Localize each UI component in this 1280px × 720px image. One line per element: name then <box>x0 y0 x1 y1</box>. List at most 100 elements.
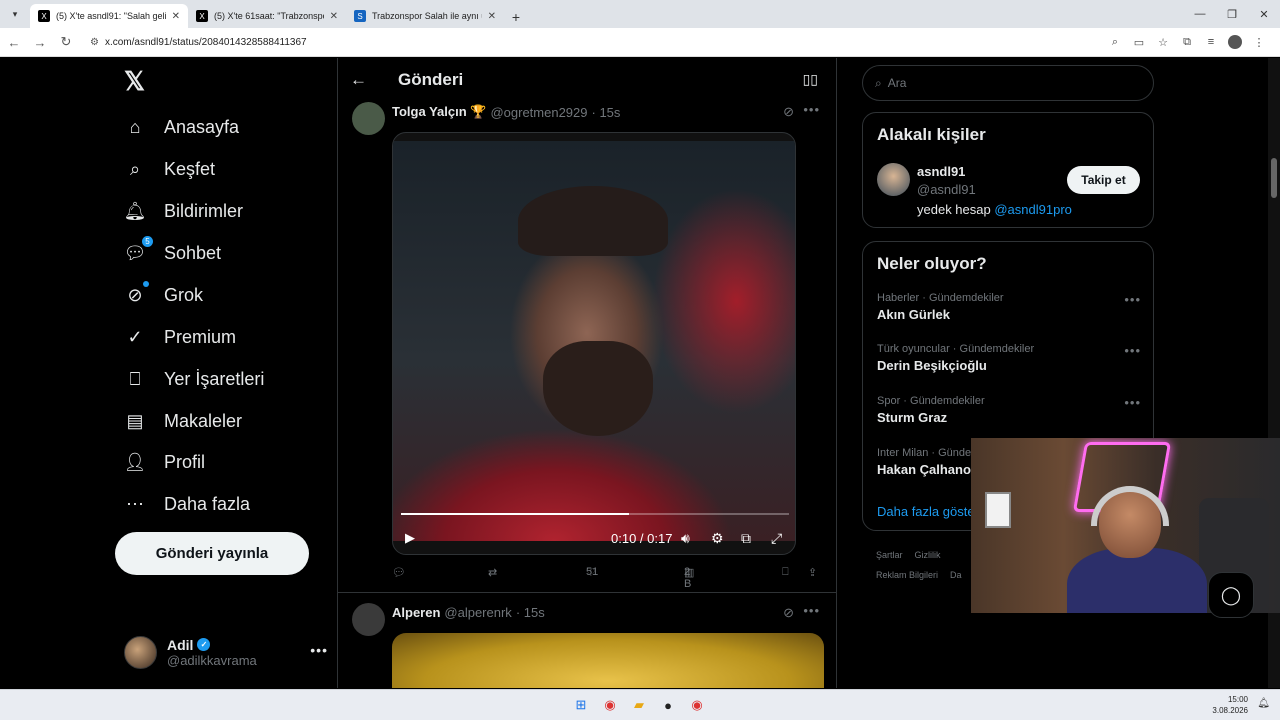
tab-list-dropdown-icon[interactable]: ▾ <box>4 3 26 25</box>
avatar[interactable] <box>877 163 910 196</box>
repost-icon[interactable]: ⇄ <box>488 566 497 579</box>
clock[interactable]: 15:00 3.08.2026 <box>1212 694 1248 716</box>
post-time[interactable]: · 15s <box>516 605 545 620</box>
fullscreen-icon[interactable]: ⤢ <box>771 530 782 547</box>
play-icon[interactable]: ▶ <box>405 530 415 546</box>
minimize-icon[interactable]: — <box>1184 0 1216 28</box>
post-media[interactable] <box>392 633 824 688</box>
footer-link[interactable]: Da <box>950 570 962 580</box>
nav-item-premium[interactable]: ✓ Premium <box>124 317 236 357</box>
close-tab-icon[interactable]: ✕ <box>488 11 496 22</box>
post-author-name[interactable]: Tolga Yalçın 🏆 <box>392 104 486 120</box>
messages-icon[interactable]: ◯ <box>1208 572 1254 618</box>
video-progress-bar[interactable] <box>401 513 789 515</box>
more-icon[interactable]: ••• <box>803 603 820 618</box>
close-tab-icon[interactable]: ✕ <box>172 11 180 22</box>
settings-icon[interactable]: ⚙ <box>711 530 724 547</box>
user-name[interactable]: asndl91 <box>917 164 965 179</box>
account-switcher[interactable]: Adil ✓ @adilkkavrama ••• <box>124 632 327 672</box>
trend-item[interactable]: Türk oyuncular · Gündemdekiler Derin Beş… <box>877 343 1141 373</box>
bio-link[interactable]: @asndl91pro <box>994 202 1072 217</box>
video-frame[interactable] <box>393 141 795 541</box>
video-player[interactable]: ▶ 0:10 / 0:17 🔊︎ ⚙ ⧉ ⤢ <box>392 132 796 555</box>
chrome-icon[interactable]: ◉ <box>686 694 708 716</box>
nav-label: Makaleler <box>164 410 243 431</box>
nav-item-grok[interactable]: ⊘ Grok <box>124 275 203 315</box>
picture-in-picture-icon[interactable]: ⧉ <box>741 530 751 547</box>
more-icon[interactable]: ••• <box>1124 292 1141 307</box>
grok-explain-icon[interactable]: ⊘ <box>783 104 794 120</box>
reply-icon[interactable]: 💬︎ <box>392 566 406 579</box>
browser-menu-icon[interactable]: ⋮ <box>1248 31 1270 53</box>
browser-tab-3[interactable]: S Trabzonspor Salah ile aynı uçak ✕ <box>346 4 504 28</box>
bookmark-star-icon[interactable]: ☆ <box>1152 31 1174 53</box>
cast-icon[interactable]: ▭ <box>1128 31 1150 53</box>
more-icon[interactable]: ••• <box>310 642 328 658</box>
new-tab-icon[interactable]: + <box>504 9 528 25</box>
reload-icon[interactable]: ↻ <box>54 30 78 54</box>
post-button[interactable]: Gönderi yayınla <box>115 532 309 575</box>
more-icon[interactable]: ••• <box>1124 395 1141 410</box>
app-icon[interactable]: ● <box>657 694 679 716</box>
share-icon[interactable]: ⇪ <box>808 566 817 579</box>
nav-item-sohbet[interactable]: 💬︎ 5 Sohbet <box>124 233 221 273</box>
avatar[interactable] <box>352 102 385 135</box>
nav-item-bildirimler[interactable]: 🔔︎ Bildirimler <box>124 191 243 231</box>
follow-button[interactable]: Takip et <box>1067 166 1140 194</box>
nav-item-anasayfa[interactable]: ⌂ Anasayfa <box>124 107 240 147</box>
close-window-icon[interactable]: ✕ <box>1248 0 1280 28</box>
nav-item-profil[interactable]: 👤︎ Profil <box>124 442 205 482</box>
more-icon[interactable]: ••• <box>1124 343 1141 358</box>
footer-link[interactable]: Gizlilik <box>915 550 941 560</box>
post-time[interactable]: · 15s <box>592 105 621 120</box>
restore-icon[interactable]: ❐ <box>1216 0 1248 28</box>
browser-profile-icon[interactable] <box>1228 35 1242 49</box>
trend-item[interactable]: Spor · Gündemdekiler Sturm Graz ••• <box>877 395 1141 425</box>
close-tab-icon[interactable]: ✕ <box>330 11 338 22</box>
trend-category: Spor · Gündemdekiler <box>877 395 985 407</box>
chrome-icon[interactable]: ◉ <box>599 694 621 716</box>
nav-item-kesfet[interactable]: ⌕ Keşfet <box>124 149 215 189</box>
more-icon[interactable]: ••• <box>803 102 820 117</box>
post-author-name[interactable]: Alperen <box>392 605 440 620</box>
windows-start-icon[interactable]: ⊞ <box>570 694 592 716</box>
zoom-icon[interactable]: ⌕ <box>1104 31 1126 53</box>
verified-icon: ✓ <box>197 638 211 651</box>
show-more-link[interactable]: Daha fazla göste <box>877 504 975 519</box>
nav-label: Yer İşaretleri <box>164 368 265 389</box>
video-time: 0:10 / 0:17 <box>611 530 673 546</box>
footer-link[interactable]: Reklam Bilgileri <box>876 570 938 580</box>
back-icon[interactable]: ← <box>2 30 26 54</box>
bookmark-icon[interactable]: ⎕ <box>782 566 789 579</box>
media-controls-icon[interactable]: ≡ <box>1200 31 1222 53</box>
browser-tab-1[interactable]: X (5) X'te asndl91: "Salah gelirse ✕ <box>30 4 188 28</box>
divider <box>338 592 836 593</box>
nav-item-yer-isaretleri[interactable]: ⎕ Yer İşaretleri <box>124 359 265 399</box>
url-field[interactable]: ⚙ x.com/asndl91/status/20840143285884113… <box>84 31 1094 53</box>
nav-item-makaleler[interactable]: ▤ Makaleler <box>124 401 242 441</box>
nav-item-daha-fazla[interactable]: ⋯ Daha fazla <box>124 484 250 524</box>
avatar[interactable] <box>352 603 385 636</box>
back-arrow-icon[interactable]: ← <box>350 70 390 90</box>
post-author-handle[interactable]: @alperenrk <box>444 605 511 620</box>
x-logo-icon[interactable]: 𝕏 <box>124 66 145 97</box>
post-author-handle[interactable]: @ogretmen2929 <box>490 105 587 120</box>
user-handle[interactable]: @asndl91 <box>917 182 976 197</box>
search-icon: ⌕ <box>875 75 882 90</box>
footer-link[interactable]: Şartlar <box>876 550 903 560</box>
extensions-icon[interactable]: ⧉ <box>1176 31 1198 53</box>
trend-category: Türk oyuncular · Gündemdekiler <box>877 343 1035 355</box>
site-info-icon[interactable]: ⚙ <box>90 37 99 48</box>
file-explorer-icon[interactable]: ▰ <box>628 694 650 716</box>
clock-date: 3.08.2026 <box>1212 706 1248 715</box>
scrollbar-thumb[interactable] <box>1271 158 1277 198</box>
grok-explain-icon[interactable]: ⊘ <box>783 605 794 621</box>
account-handle: @adilkkavrama <box>167 652 257 668</box>
trend-item[interactable]: Haberler · Gündemdekiler Akın Gürlek ••• <box>877 292 1141 322</box>
search-input[interactable]: ⌕ Ara <box>862 65 1154 101</box>
reader-mode-icon[interactable]: ▯▯ <box>803 71 818 88</box>
notification-center-icon[interactable]: 🔔︎ <box>1257 698 1270 709</box>
volume-icon[interactable]: 🔊︎ <box>681 530 690 547</box>
browser-tab-2[interactable]: X (5) X'te 61saat: "Trabzonspor Sa ✕ <box>188 4 346 28</box>
forward-icon[interactable]: → <box>28 30 52 54</box>
